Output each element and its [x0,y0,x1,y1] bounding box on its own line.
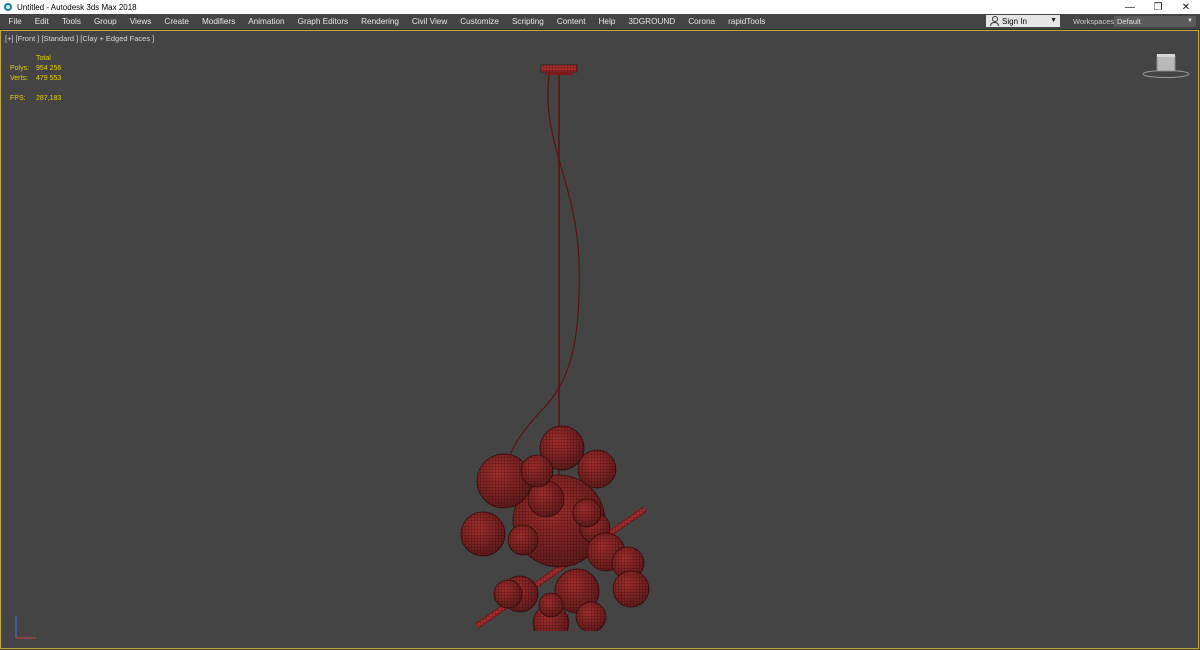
menu-item-content[interactable]: Content [550,14,592,29]
menu-item-animation[interactable]: Animation [242,14,291,29]
stats-polys-row: Polys: 954 256 [10,64,61,74]
close-button[interactable]: ✕ [1172,0,1200,14]
chevron-down-icon: ▼ [1187,18,1193,24]
fps-value: 287,183 [36,95,62,102]
menu-items: File Edit Tools Group Views Create Modifiers An… [0,14,772,29]
stats-verts-row: Verts: 479 553 [10,74,61,84]
window-controls: — ❐ ✕ [1116,0,1200,14]
menu-item-civil-view[interactable]: Civil View [405,14,453,29]
menu-item-corona[interactable]: Corona [682,14,722,29]
user-icon [989,16,999,26]
viewport-label[interactable]: [+] [Front ] [Standard ] [Clay + Edged F… [5,34,154,43]
menu-item-rendering[interactable]: Rendering [355,14,406,29]
polys-label: Polys: [10,65,30,72]
minimize-button[interactable]: — [1116,0,1144,14]
front-viewport[interactable]: [+] [Front ] [Standard ] [Clay + Edged F… [0,30,1199,649]
restore-button[interactable]: ❐ [1144,0,1172,14]
stats-total-header: Total [36,55,51,62]
3dsmax-app-icon [3,2,13,12]
verts-value: 479 553 [36,75,62,82]
window-title: Untitled - Autodesk 3ds Max 2018 [17,2,137,12]
menu-item-create[interactable]: Create [158,14,196,29]
pendant-lamp-model[interactable] [441,61,681,631]
axis-gizmo-icon [15,616,36,639]
menu-item-tools[interactable]: Tools [55,14,87,29]
menu-item-edit[interactable]: Edit [28,14,55,29]
menu-item-modifiers[interactable]: Modifiers [195,14,241,29]
fps-label: FPS: [10,95,26,102]
sign-in-dropdown[interactable]: Sign In ▼ [986,15,1060,27]
menu-item-3dground[interactable]: 3DGROUND [622,14,682,29]
menu-item-file[interactable]: File [2,14,28,29]
menu-item-group[interactable]: Group [87,14,123,29]
menu-item-customize[interactable]: Customize [454,14,506,29]
statistics-overlay: Total Polys: 954 256 Verts: 479 553 FPS:… [10,54,61,104]
workspaces-label: Workspaces: [1073,17,1117,26]
menu-item-help[interactable]: Help [592,14,622,29]
workspaces-value: Default [1117,17,1141,26]
workspaces-select[interactable]: Default ▼ [1114,16,1196,27]
menu-item-rapidtools[interactable]: rapidTools [722,14,772,29]
menu-bar: File Edit Tools Group Views Create Modifiers An… [0,14,1200,30]
polys-value: 954 256 [36,65,62,72]
dropdown-arrow-icon: ▼ [1050,17,1057,24]
menu-item-views[interactable]: Views [123,14,158,29]
menu-item-scripting[interactable]: Scripting [505,14,550,29]
sign-in-label: Sign In [1002,16,1027,26]
verts-label: Verts: [10,75,28,82]
stats-fps-row: FPS: 287,183 [10,94,61,104]
title-bar: Untitled - Autodesk 3ds Max 2018 — ❐ ✕ [0,0,1200,14]
viewcube-icon[interactable] [1141,53,1191,79]
menu-item-graph-editors[interactable]: Graph Editors [291,14,355,29]
